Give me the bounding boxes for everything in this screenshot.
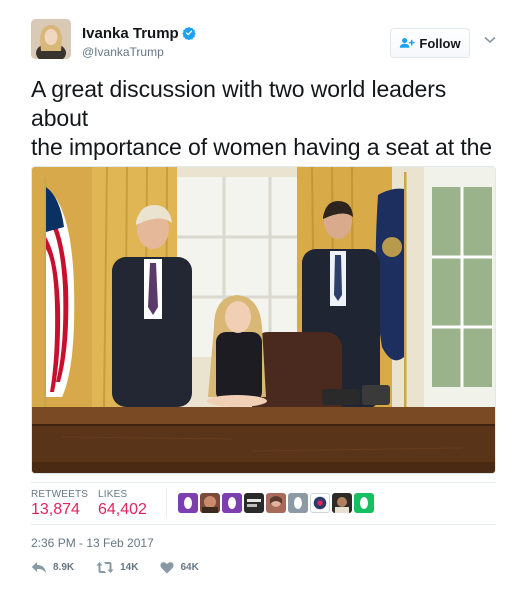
reply-count: 8.9K [53,562,75,573]
retweet-count: 14K [120,562,139,573]
reply-icon [31,562,46,573]
tweet-photo[interactable] [31,166,496,474]
divider-bottom [31,524,496,525]
tweet-text-line-2: the importance of women having a seat at… [31,134,492,160]
heart-icon [160,562,175,574]
stats-separator [166,488,167,518]
retweets-label: RETWEETS [31,489,89,500]
retweet-icon [96,562,114,573]
user-handle[interactable]: @IvankaTrump [82,45,164,59]
tweet-actions: 8.9K 14K 64K [31,561,221,574]
liker-avatar[interactable] [244,493,264,513]
user-name[interactable]: Ivanka Trump [82,25,179,42]
liker-avatar[interactable] [266,493,286,513]
like-count: 64K [180,562,199,573]
liker-avatar[interactable] [310,493,330,513]
likes-count[interactable]: 64,402 [98,501,147,519]
follow-button[interactable]: Follow [390,28,470,58]
retweet-button[interactable]: 14K [96,561,138,574]
divider-top [31,482,496,483]
liker-avatars [178,493,374,513]
oval-office-photo [32,167,495,473]
liker-avatar[interactable] [200,493,220,513]
tweet-timestamp[interactable]: 2:36 PM - 13 Feb 2017 [31,536,154,550]
retweets-count[interactable]: 13,874 [31,501,80,519]
likes-label: LIKES [98,489,128,500]
liker-avatar[interactable] [354,493,374,513]
liker-avatar[interactable] [288,493,308,513]
display-name[interactable]: Ivanka Trump [82,25,196,42]
liker-avatar[interactable] [178,493,198,513]
tweet-text-line-1: A great discussion with two world leader… [31,76,447,131]
tweet-card: Ivanka Trump @IvankaTrump Follow A great… [0,0,528,600]
liker-avatar[interactable] [332,493,352,513]
verified-badge-icon [181,26,196,40]
liker-avatar[interactable] [222,493,242,513]
reply-button[interactable]: 8.9K [31,561,74,574]
like-button[interactable]: 64K [160,561,199,574]
follow-label: Follow [419,35,461,51]
add-user-icon [400,38,415,48]
avatar[interactable] [31,19,71,59]
chevron-down-icon[interactable] [484,36,496,44]
